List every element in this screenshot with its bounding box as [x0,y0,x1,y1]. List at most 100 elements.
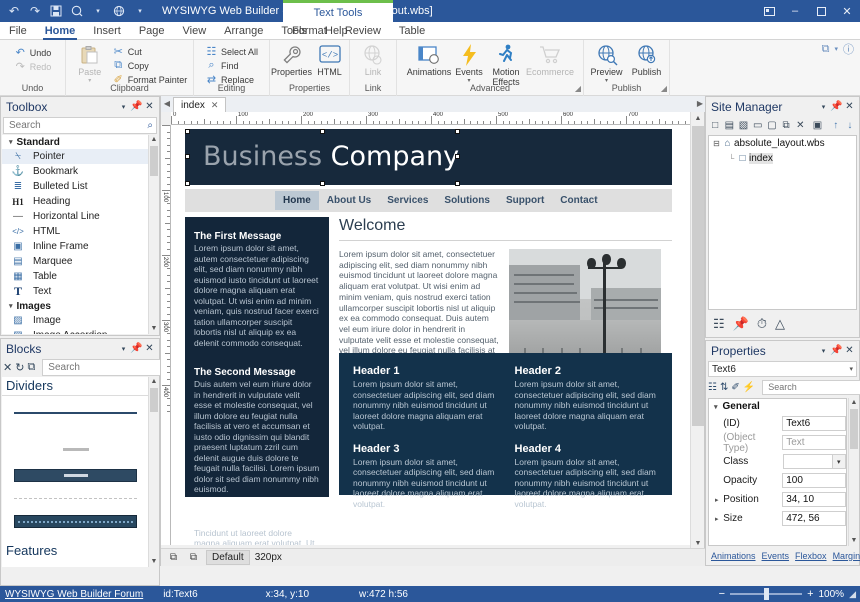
blocks-scrollbar[interactable]: ▲ ▼ [148,377,159,567]
animations-button[interactable]: Animations [406,42,452,78]
selection-handle-bm[interactable] [320,181,325,186]
minimize-button[interactable]: – [782,0,808,22]
html-button[interactable]: </> HTML [312,42,348,78]
properties-view-icon[interactable]: ✐ [731,382,739,393]
properties-category-general[interactable]: ▾ General [709,399,846,414]
nav-link-home[interactable]: Home [275,191,319,210]
scroll-up-icon[interactable]: ▲ [691,112,705,125]
selection-handle-tl[interactable] [185,129,190,134]
scroll-down-icon[interactable]: ▼ [849,536,859,546]
maximize-button[interactable] [808,0,834,22]
zoom-in-button[interactable]: + [807,588,813,600]
blocks-add-icon[interactable]: ⧉ [27,361,35,374]
close-icon[interactable]: ✕ [211,100,219,111]
toolbox-category-standard[interactable]: ▾ Standard [2,135,149,149]
responsive-view-icon[interactable]: ⧉ [166,551,181,565]
page-design-surface[interactable]: Business Company Home About Us Services … [171,125,691,545]
recent-icon[interactable]: ⏱ [757,316,767,332]
pin-icon[interactable]: 📌 [733,316,749,332]
site-manager-menu-icon[interactable]: ▾ [817,100,830,114]
selection-handle-tm[interactable] [320,129,325,134]
publish-icon[interactable] [111,3,127,19]
cut-button[interactable]: ✂ Cut [110,45,190,58]
block-thumb-divider-dashed[interactable] [14,498,137,499]
blocks-clear-icon[interactable]: ✕ [3,361,12,374]
toolbox-item-text[interactable]: T Text [2,284,149,299]
find-button[interactable]: ⌕ Find [203,59,260,72]
close-button[interactable]: ✕ [834,0,860,22]
undo-icon[interactable]: ↶ [6,3,22,19]
preview-button[interactable]: Preview ▾ [587,42,627,85]
toolbox-item-heading[interactable]: H1 Heading [2,194,149,209]
scroll-up-icon[interactable]: ▲ [149,135,159,145]
toolbox-close-icon[interactable]: ✕ [143,100,156,114]
block-thumb-divider-bar[interactable] [14,469,137,482]
undo-button[interactable]: ↶ Undo [12,46,54,59]
select-all-button[interactable]: ☷ Select All [203,45,260,58]
new-page-icon[interactable]: □ [709,118,721,132]
site-welcome-section[interactable]: Welcome Lorem ipsum dolor sit amet, cons… [339,217,672,367]
new-folder-icon[interactable]: ▭ [752,118,764,132]
row-expander-icon[interactable]: ▸ [715,496,723,504]
copy-button[interactable]: ⧉ Copy [110,59,190,72]
publish-dialog-launcher-icon[interactable]: ◢ [661,83,667,95]
site-manager-tree[interactable]: ⊟ ⌂ absolute_layout.wbs └ □ index [708,135,857,310]
toolbox-item-pointer[interactable]: ⍀ Pointer [2,149,149,164]
site-manager-close-icon[interactable]: ✕ [843,100,856,114]
block-thumb-divider-dotted-bar[interactable] [14,515,137,528]
zoom-out-button[interactable]: − [719,588,725,600]
properties-pin-icon[interactable]: 📌 [830,344,843,358]
toolbox-search[interactable]: ⌕ [3,117,157,134]
forum-link[interactable]: WYSIWYG Web Builder Forum [0,589,143,600]
warnings-icon[interactable]: △ [775,316,785,332]
site-left-column[interactable]: The First Message Lorem ipsum dolor sit … [185,217,329,545]
resize-grip-icon[interactable]: ◢ [849,589,856,600]
link-events[interactable]: Events [762,551,790,561]
selection-handle-bl[interactable] [185,181,190,186]
properties-object-selector[interactable]: Text6 ▾ [708,361,857,377]
contextual-tab-text-tools[interactable]: Text Tools [283,0,393,22]
delete-page-icon[interactable]: ✕ [794,118,806,132]
tree-expander-icon[interactable]: ⊟ [712,139,721,148]
properties-close-icon[interactable]: ✕ [843,344,856,358]
scrollbar-thumb[interactable] [692,126,704,426]
document-tab-index[interactable]: index ✕ [173,97,227,112]
scroll-up-icon[interactable]: ▲ [149,377,159,387]
nav-link-contact[interactable]: Contact [552,191,605,210]
canvas-vertical-scrollbar[interactable]: ▲ ▼ [690,112,704,550]
city-plaza-photo[interactable] [509,249,661,363]
nav-link-services[interactable]: Services [379,191,436,210]
tab-scroll-left-icon[interactable]: ◀ [161,96,173,112]
tree-row-site-root[interactable]: ⊟ ⌂ absolute_layout.wbs [709,136,856,151]
site-manager-pin-icon[interactable]: 📌 [830,100,843,114]
ecommerce-button[interactable]: Ecommerce [526,42,574,78]
scrollbar-thumb[interactable] [150,388,158,412]
paste-button[interactable]: Paste ▾ [70,42,110,85]
properties-search[interactable]: ⌕ [762,379,860,395]
move-up-icon[interactable]: ↑ [830,118,842,132]
tab-file[interactable]: File [0,22,36,40]
properties-button[interactable]: Properties [271,42,312,78]
scroll-up-icon[interactable]: ▲ [849,398,859,408]
tab-page[interactable]: Page [130,22,174,40]
new-master-page-icon[interactable]: ▤ [723,118,735,132]
breakpoint-default-button[interactable]: Default [206,550,250,565]
nav-link-about-us[interactable]: About Us [319,191,379,210]
scroll-down-icon[interactable]: ▼ [149,324,159,334]
toolbox-item-marquee[interactable]: ▤ Marquee [2,254,149,269]
zoom-slider-thumb[interactable] [764,588,770,600]
ribbon-display-options-icon[interactable]: ⧉ [822,43,830,56]
selection-handle-br[interactable] [455,181,460,186]
link-flexbox[interactable]: Flexbox [795,551,827,561]
advanced-dialog-launcher-icon[interactable]: ◢ [575,83,581,95]
page-properties-icon[interactable]: ▣ [811,118,823,132]
property-value-id[interactable]: Text6 [782,416,846,431]
blocks-section-features[interactable]: Features [2,542,149,560]
dropdown-caret-icon[interactable]: ▾ [90,3,106,19]
class-dropdown-icon[interactable]: ▾ [832,454,846,469]
duplicate-page-icon[interactable]: ⧉ [780,118,792,132]
property-value-size[interactable]: 472, 56 [782,511,846,526]
help-icon[interactable]: ⓘ [843,41,854,57]
alphabetical-sort-icon[interactable]: ⇅ [720,382,728,393]
chevron-down-icon[interactable]: ▾ [834,45,838,53]
